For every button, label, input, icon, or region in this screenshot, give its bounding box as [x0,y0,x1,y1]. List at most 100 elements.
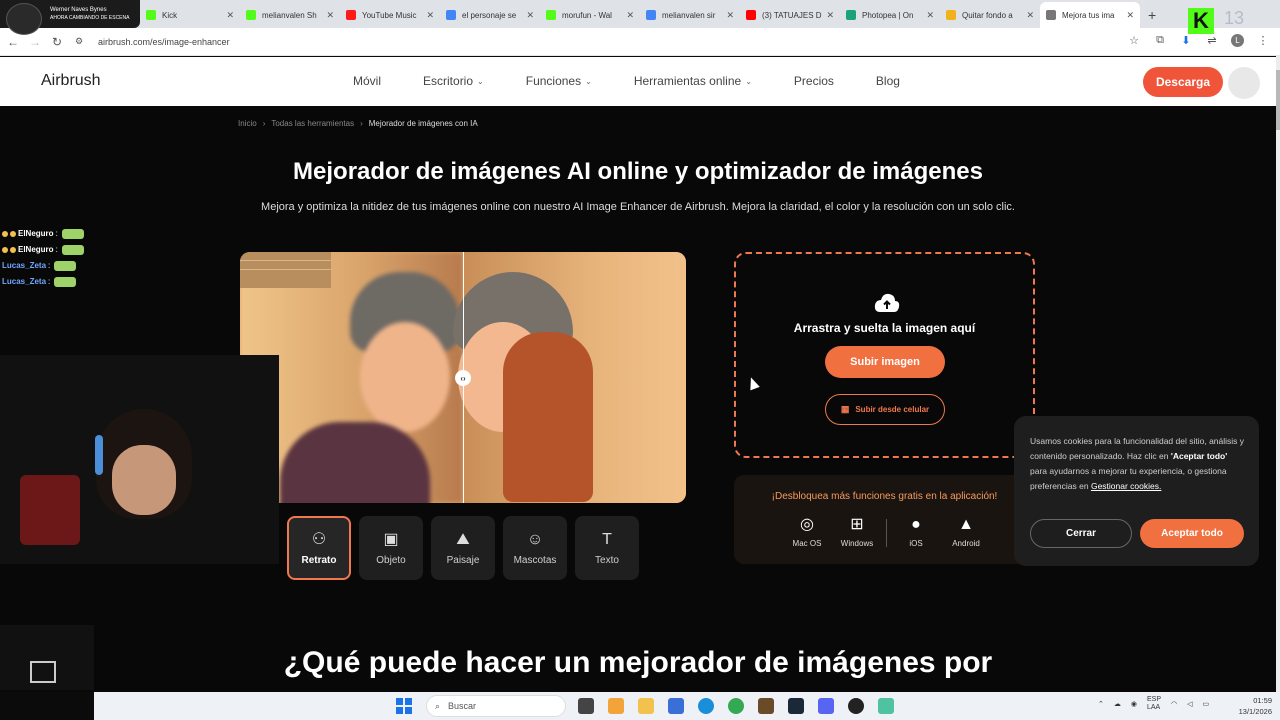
tab-close-icon[interactable]: ✕ [926,10,934,21]
tray-mic-icon[interactable]: ◉ [1131,700,1137,708]
download-icon[interactable]: ⬇ [1179,33,1193,47]
tray-wifi-icon[interactable]: ◠ [1171,700,1177,708]
taskbar-app-icon[interactable] [698,698,714,714]
browser-tab[interactable]: Quitar fondo a ✕ [940,2,1040,28]
profile-avatar[interactable]: L [1231,33,1244,47]
bookmark-star-icon[interactable]: ☆ [1127,33,1141,47]
tab-close-icon[interactable]: ✕ [226,10,234,21]
chevron-down-icon: ⌄ [745,76,752,86]
tab-title: Quitar fondo a [962,10,1013,20]
mode-retrato-button[interactable]: ⚇ Retrato [287,516,351,580]
page-title: Mejorador de imágenes AI online y optimi… [293,158,983,185]
url-field[interactable]: airbrush.com/es/image-enhancer [98,37,230,47]
manage-cookies-link[interactable]: Gestionar cookies. [1091,481,1161,491]
tray-battery-icon[interactable]: ▭ [1203,700,1210,708]
breadcrumb-item[interactable]: Todas las herramientas [271,119,354,128]
taskbar-app-icon[interactable] [818,698,834,714]
scrollbar-thumb[interactable] [1276,70,1280,130]
download-button[interactable]: Descarga [1143,67,1223,97]
browser-tab[interactable]: Photopea | On ✕ [840,2,940,28]
cookie-close-button[interactable]: Cerrar [1030,519,1132,548]
tray-volume-icon[interactable]: ◁ [1187,700,1192,708]
app-ios-link[interactable]: ● iOS [891,515,941,548]
browser-tab[interactable]: YouTube Music ✕ [340,2,440,28]
mode-selector: ⚇ Retrato ▣ Objeto ⛰ Paisaje ☺ Mascotas T Texto [287,516,639,580]
tab-close-icon[interactable]: ✕ [426,10,434,21]
taskbar-search[interactable]: ⌕ Buscar [426,695,566,717]
dropzone-text: Arrastra y suelta la imagen aquí [793,321,976,335]
app-mac-os-link[interactable]: ◎ Mac OS [782,515,832,548]
tab-close-icon[interactable]: ✕ [1126,10,1134,21]
browser-tab[interactable]: (3) TATUAJES D ✕ [740,2,840,28]
nav-item-label: Precios [793,74,834,88]
chat-badge-icon [10,231,16,237]
breadcrumb-item[interactable]: Inicio [238,119,257,128]
tab-search-icon[interactable]: ⇌ [1205,33,1219,47]
tab-close-icon[interactable]: ✕ [826,10,834,21]
dino-icon [30,661,56,683]
platform-icon: ⊞ [850,516,864,533]
comparison-handle-icon[interactable]: ‹› [455,370,471,386]
user-avatar[interactable] [1228,67,1260,99]
mode-mascotas-button[interactable]: ☺ Mascotas [503,516,567,580]
taskbar-app-icon[interactable] [578,698,594,714]
taskbar-clock[interactable]: 01:59 13/1/2026 [1239,695,1272,717]
nav-item-funciones[interactable]: Funciones ⌄ [526,74,592,88]
page-scrollbar[interactable] [1276,56,1280,692]
chat-badge-icon [2,247,8,253]
site-logo[interactable]: Airbrush [41,72,101,90]
browser-tab[interactable]: melianvalen sir ✕ [640,2,740,28]
extensions-icon[interactable]: ⧉ [1153,33,1167,47]
taskbar-app-icon[interactable] [638,698,654,714]
browser-tab[interactable]: morufun - Wal ✕ [540,2,640,28]
taskbar-app-icon[interactable] [878,698,894,714]
nav-item-móvil[interactable]: Móvil [353,74,381,88]
upload-from-mobile-label: Subir desde celular [855,405,930,414]
tray-cloud-icon[interactable]: ☁ [1114,700,1121,708]
mode-paisaje-button[interactable]: ⛰ Paisaje [431,516,495,580]
taskbar-app-icon[interactable] [788,698,804,714]
tab-close-icon[interactable]: ✕ [626,10,634,21]
upload-from-mobile-button[interactable]: ▦ Subir desde celular [825,394,945,425]
after-image [453,252,686,503]
app-windows-link[interactable]: ⊞ Windows [832,515,882,548]
tray-chevron-icon[interactable]: ⌃ [1098,700,1104,708]
tab-close-icon[interactable]: ✕ [526,10,534,21]
mode-texto-button[interactable]: T Texto [575,516,639,580]
browser-menu-icon[interactable]: ⋮ [1256,33,1270,47]
breadcrumb-separator-icon: › [262,119,266,128]
pet-icon: ☺ [526,530,544,548]
browser-tab[interactable]: melianvalen Sh ✕ [240,2,340,28]
browser-tab[interactable]: Kick ✕ [140,2,240,28]
tab-close-icon[interactable]: ✕ [326,10,334,21]
upload-dropzone[interactable]: Arrastra y suelta la imagen aquí Subir i… [734,252,1035,458]
taskbar-app-icon[interactable] [848,698,864,714]
mode-label: Objeto [376,554,406,566]
qr-code-icon: ▦ [840,404,850,414]
app-android-link[interactable]: ▲ Android [941,515,991,548]
cookie-accept-button[interactable]: Aceptar todo [1140,519,1244,548]
taskbar-app-icon[interactable] [608,698,624,714]
taskbar-app-icon[interactable] [728,698,744,714]
browser-tab[interactable]: el personaje se ✕ [440,2,540,28]
upload-image-button[interactable]: Subir imagen [825,346,945,378]
nav-item-blog[interactable]: Blog [876,74,900,88]
nav-item-herramientas-online[interactable]: Herramientas online ⌄ [634,74,752,88]
platform-label: iOS [909,539,923,548]
browser-tab[interactable]: Mejora tus ima ✕ [1040,2,1140,28]
nav-item-label: Escritorio [423,74,474,88]
mode-objeto-button[interactable]: ▣ Objeto [359,516,423,580]
tray-lang[interactable]: ESP LAA [1147,696,1161,712]
cloud-upload-icon [874,293,900,312]
nav-item-precios[interactable]: Precios [794,74,834,88]
taskbar-app-icon[interactable] [758,698,774,714]
tab-close-icon[interactable]: ✕ [1026,10,1034,21]
nav-item-escritorio[interactable]: Escritorio ⌄ [423,74,484,88]
webcam-face [112,445,176,515]
before-after-comparison[interactable]: ‹› [240,252,686,503]
tab-close-icon[interactable]: ✕ [726,10,734,21]
windows-start-icon[interactable] [396,698,412,714]
taskbar-app-icon[interactable] [668,698,684,714]
cookie-text-bold: 'Aceptar todo' [1170,451,1228,461]
new-tab-button[interactable]: + [1148,2,1156,28]
